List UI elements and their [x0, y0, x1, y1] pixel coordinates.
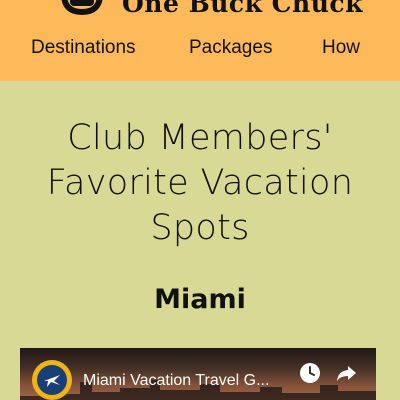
nav-packages[interactable]: Packages [189, 37, 272, 59]
city-heading: Miami [154, 284, 246, 315]
main-nav: Destinations Packages How [0, 37, 400, 63]
video-title[interactable]: Miami Vacation Travel G... [83, 372, 295, 390]
nav-how[interactable]: How [322, 37, 360, 59]
nav-destinations[interactable]: Destinations [31, 37, 136, 59]
site-header: One Buck Chuck Destinations Packages How [0, 0, 400, 81]
page-title: Club Members' Favorite Vacation Spots [46, 118, 354, 248]
brand-name: One Buck Chuck [122, 0, 363, 18]
handshake-logo-icon [61, 0, 103, 16]
video-embed[interactable]: Miami Vacation Travel G... [20, 348, 376, 400]
channel-avatar[interactable] [32, 360, 72, 400]
airplane-globe-icon [37, 365, 67, 395]
clock-icon[interactable] [299, 362, 321, 384]
share-arrow-icon[interactable] [335, 362, 357, 384]
brand[interactable]: One Buck Chuck [60, 0, 363, 18]
